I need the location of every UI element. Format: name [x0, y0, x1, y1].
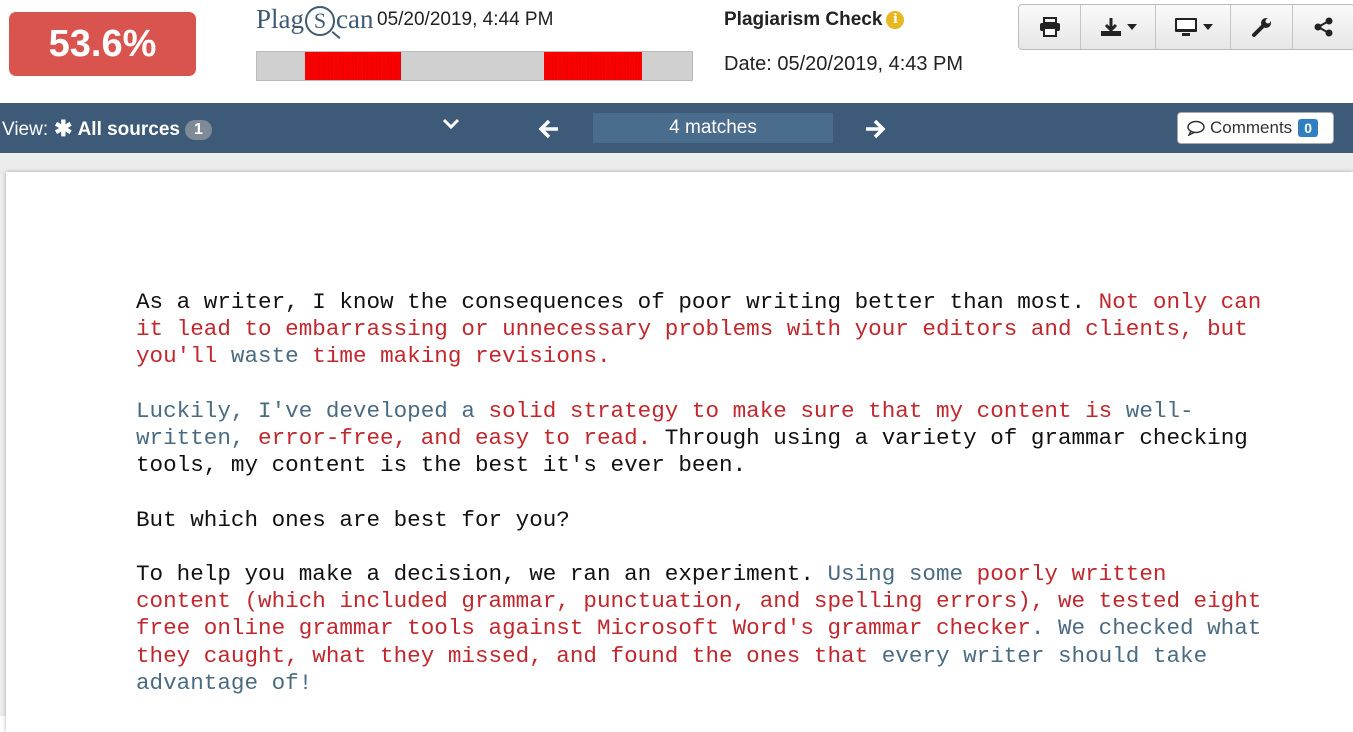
source-navigation-bar: View: ✱ All sources 1 4 matches Comments 0	[0, 103, 1353, 153]
download-icon	[1100, 18, 1121, 36]
document-text: As a writer, I know the consequences of …	[136, 289, 1346, 724]
matched-text[interactable]: well-	[1126, 398, 1194, 424]
text-line: Luckily, I've developed a solid strategy…	[136, 398, 1346, 425]
matched-text[interactable]: waste	[231, 343, 299, 369]
matched-text[interactable]: time making revisions.	[299, 343, 610, 369]
matched-text[interactable]: they caught, what they missed, and found…	[136, 643, 882, 669]
matched-text[interactable]: advantage of!	[136, 670, 312, 696]
comment-icon	[1187, 120, 1205, 136]
match-distribution-bar[interactable]	[256, 51, 693, 81]
text-line: But which ones are best for you?	[136, 507, 1346, 534]
share-button[interactable]	[1293, 5, 1353, 49]
document-paragraph: But which ones are best for you?	[136, 507, 1346, 534]
chevron-down-icon	[1126, 24, 1137, 30]
plagiarism-score-badge: 53.6%	[9, 12, 196, 76]
matched-text[interactable]: . We checked what	[1031, 615, 1262, 641]
matched-text[interactable]: Not only can	[1099, 289, 1262, 315]
match-segment[interactable]	[304, 52, 401, 80]
report-header: 53.6% Plag Scan 05/20/2019, 4:44 PM Plagi…	[0, 0, 1353, 103]
plain-text: Through using a variety of grammar check…	[651, 425, 1248, 451]
text-line: written, error-free, and easy to read. T…	[136, 425, 1346, 452]
match-counter: 4 matches	[593, 113, 833, 143]
plain-text: tools, my content is the best it's ever …	[136, 452, 747, 479]
text-line: content (which included grammar, punctua…	[136, 588, 1346, 615]
document-paragraph: Luckily, I've developed a solid strategy…	[136, 398, 1346, 480]
chevron-down-icon	[1202, 24, 1213, 30]
printer-icon	[1039, 17, 1060, 37]
matched-text[interactable]: written,	[136, 425, 258, 451]
wrench-icon	[1251, 18, 1271, 37]
text-line: free online grammar tools against Micros…	[136, 615, 1346, 642]
asterisk-icon: ✱	[54, 116, 73, 141]
match-segment[interactable]	[544, 52, 642, 80]
text-line: they caught, what they missed, and found…	[136, 643, 1346, 670]
text-line: tools, my content is the best it's ever …	[136, 452, 1346, 479]
text-line: advantage of!	[136, 670, 1346, 697]
matched-text[interactable]: every writer should take	[882, 643, 1207, 669]
settings-button[interactable]	[1231, 5, 1293, 49]
matched-text[interactable]: it lead to embarrassing or unnecessary p…	[136, 316, 1248, 342]
matched-text[interactable]: solid strategy to make sure that my cont…	[489, 398, 1126, 424]
text-line: As a writer, I know the consequences of …	[136, 289, 1346, 316]
info-icon[interactable]: i	[886, 11, 905, 29]
source-count-badge: 1	[185, 120, 212, 140]
check-title: Plagiarism Check i	[724, 9, 905, 31]
matched-text[interactable]: you'll	[136, 343, 231, 369]
plain-text: To help you make a decision, we ran an e…	[136, 560, 828, 587]
upload-date: 05/20/2019, 4:44 PM	[377, 9, 554, 30]
comments-count-badge: 0	[1298, 119, 1318, 137]
display-button[interactable]	[1156, 5, 1231, 49]
matched-text[interactable]: Luckily, I've developed a	[136, 398, 489, 424]
next-match-arrow-icon[interactable]	[864, 119, 886, 139]
text-line: To help you make a decision, we ran an e…	[136, 561, 1346, 588]
chevron-down-icon[interactable]	[442, 117, 460, 131]
document-viewer[interactable]: As a writer, I know the consequences of …	[0, 153, 1353, 732]
print-button[interactable]	[1019, 5, 1081, 49]
matched-text[interactable]: poorly written	[963, 561, 1167, 587]
matched-text[interactable]: content (which included grammar, punctua…	[136, 588, 1261, 614]
check-date: Date: 05/20/2019, 4:43 PM	[724, 53, 964, 75]
matched-text[interactable]: free online grammar tools against Micros…	[136, 615, 1031, 641]
matched-text[interactable]: error-free, and easy to read.	[258, 425, 651, 451]
matched-text[interactable]: Using some	[827, 561, 963, 587]
share-icon	[1314, 17, 1332, 37]
plagscan-logo: Plag Scan	[256, 4, 374, 36]
report-toolbar	[1018, 4, 1353, 50]
monitor-icon	[1174, 18, 1197, 36]
document-paragraph: To help you make a decision, we ran an e…	[136, 561, 1346, 697]
comments-button[interactable]: Comments 0	[1177, 112, 1334, 144]
previous-match-arrow-icon[interactable]	[538, 119, 560, 139]
download-button[interactable]	[1081, 5, 1156, 49]
text-line: you'll waste time making revisions.	[136, 343, 1346, 370]
view-source-selector[interactable]: View: ✱ All sources 1	[2, 116, 212, 142]
plain-text: As a writer, I know the consequences of …	[136, 289, 1099, 315]
text-line: it lead to embarrassing or unnecessary p…	[136, 316, 1346, 343]
document-paragraph: As a writer, I know the consequences of …	[136, 289, 1346, 371]
plain-text: But which ones are best for you?	[136, 506, 570, 533]
